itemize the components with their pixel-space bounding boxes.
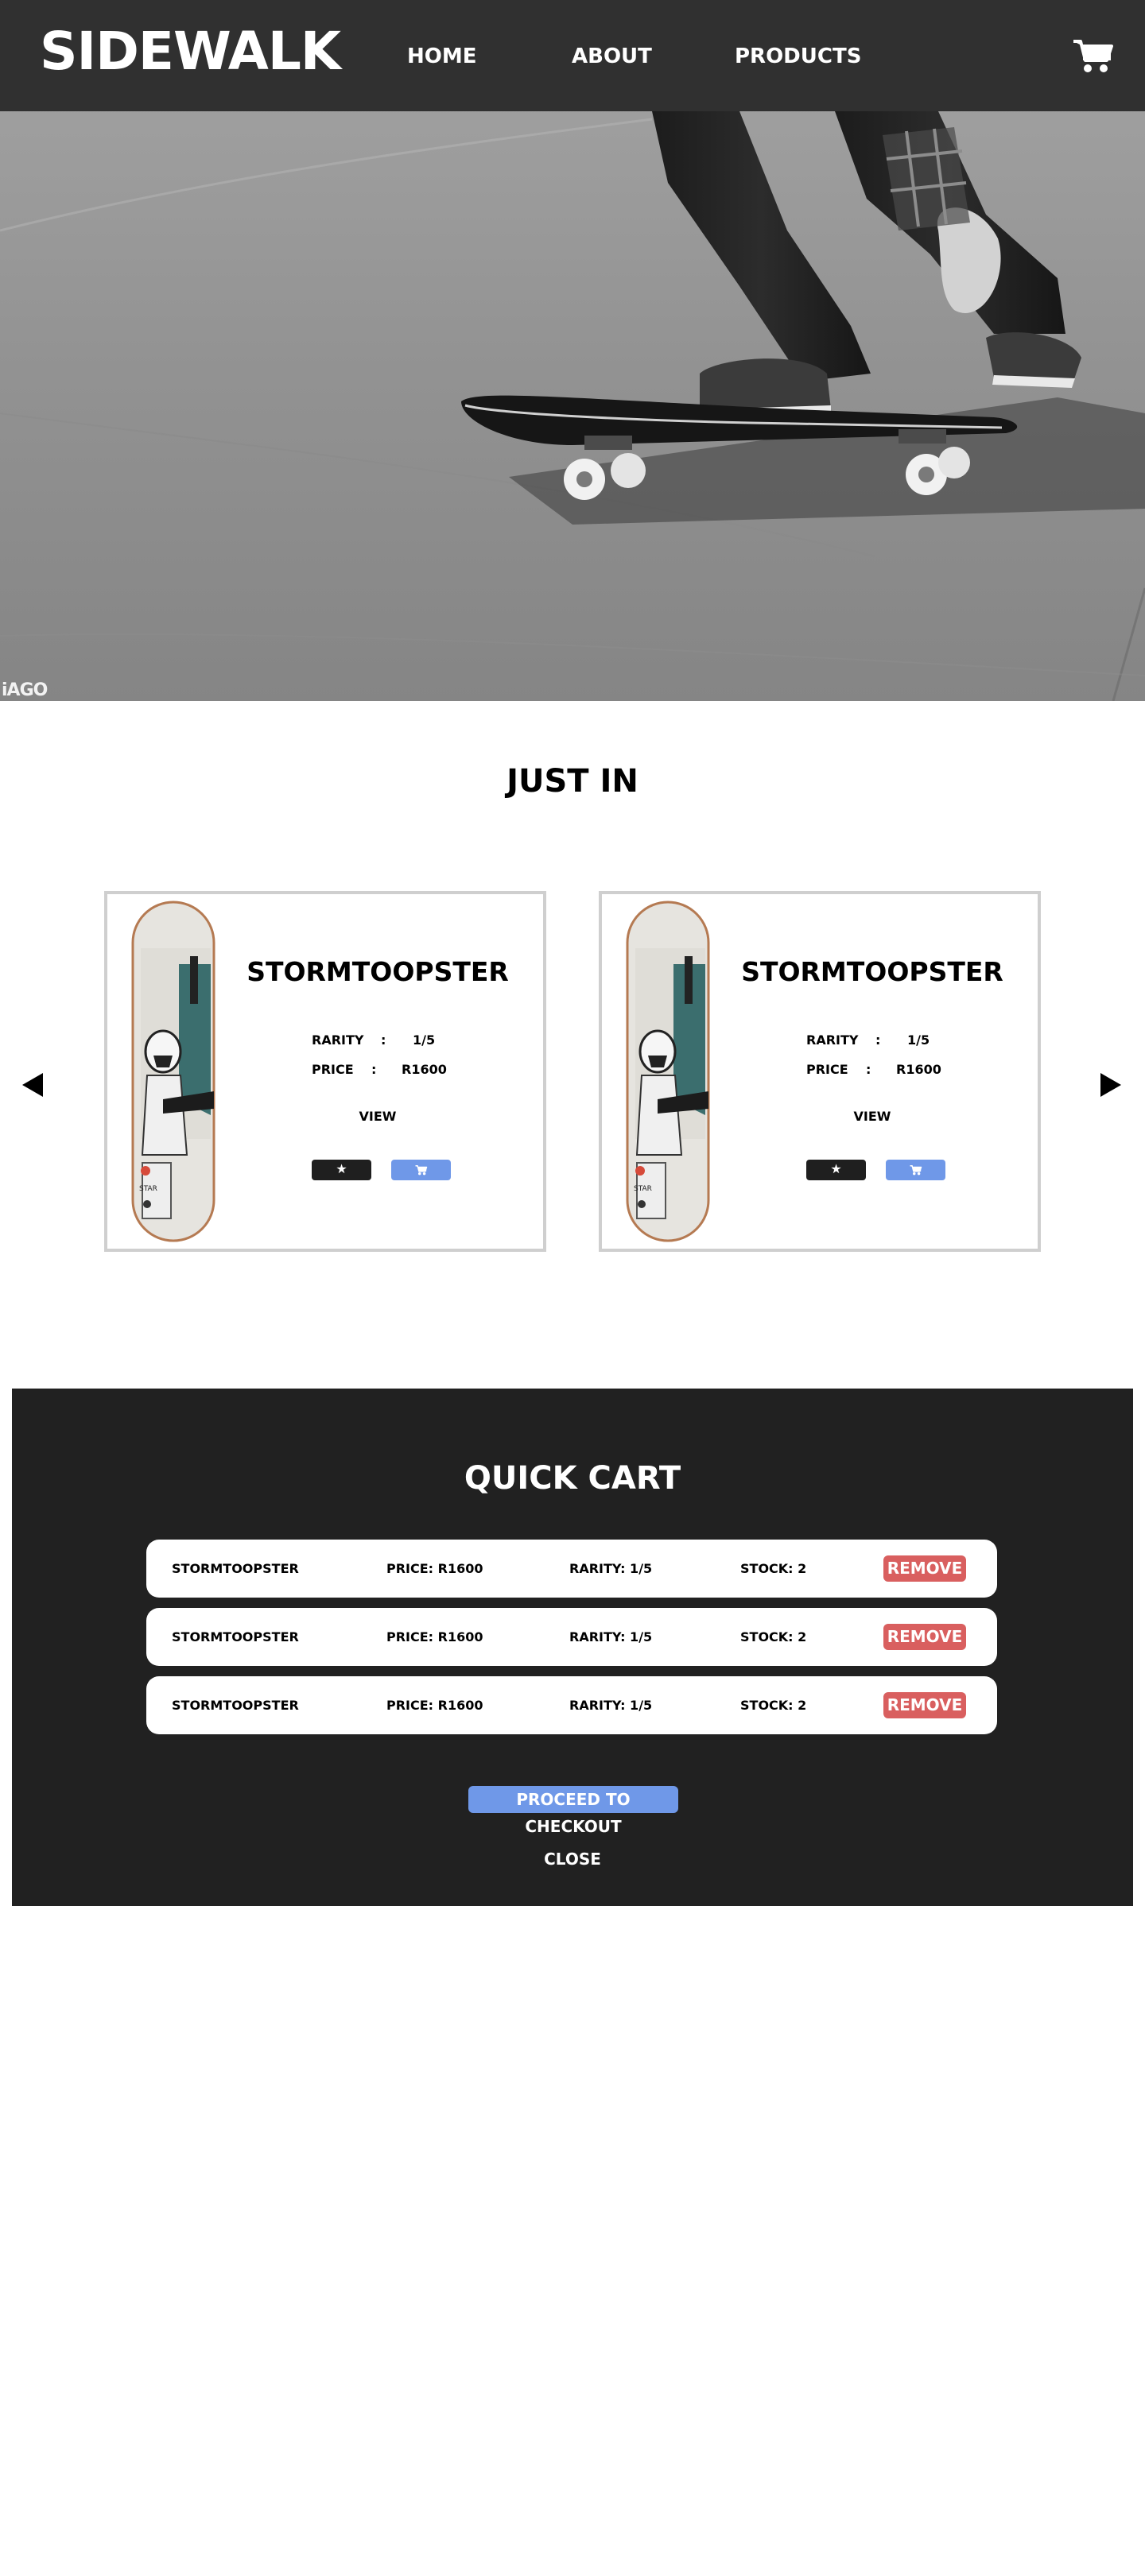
remove-item-button[interactable]: REMOVE [883,1624,966,1650]
cart-item-name: STORMTOOPSTER [172,1561,299,1576]
arrow-left-icon[interactable] [22,1073,43,1097]
arrow-right-icon[interactable] [1100,1073,1121,1097]
rarity-label: RARITY [806,1032,859,1048]
nav-link-products[interactable]: PRODUCTS [735,45,861,68]
star-icon: ★ [336,1163,347,1176]
star-icon: ★ [830,1163,842,1176]
rarity-value: 1/5 [413,1032,436,1048]
cart-item-price: PRICE: R1600 [386,1561,483,1576]
just-in-heading: JUST IN [507,763,638,800]
cart-item-rarity: RARITY: 1/5 [569,1698,653,1713]
price-separator: : [371,1062,377,1077]
cart-item-rarity: RARITY: 1/5 [569,1561,653,1576]
quick-cart-heading: QUICK CART [464,1460,681,1497]
add-to-cart-button[interactable] [391,1160,451,1180]
view-product-link[interactable]: VIEW [346,1109,409,1124]
cart-item-row: STORMTOOPSTER PRICE: R1600 RARITY: 1/5 S… [146,1676,997,1734]
close-cart-button[interactable]: CLOSE [12,1850,1133,1869]
cart-item-stock: STOCK: 2 [740,1561,807,1576]
rarity-separator: : [875,1032,881,1048]
product-name: STORMTOOPSTER [246,956,509,987]
remove-item-button[interactable]: REMOVE [883,1692,966,1718]
cart-item-name: STORMTOOPSTER [172,1629,299,1644]
rarity-separator: : [381,1032,386,1048]
product-card: STAR STORMTOOPSTER RARITY : 1/5 PRICE : … [599,891,1041,1252]
cart-item-row: STORMTOOPSTER PRICE: R1600 RARITY: 1/5 S… [146,1540,997,1598]
price-value: R1600 [896,1062,941,1077]
price-label: PRICE [806,1062,848,1077]
nav-link-home[interactable]: HOME [407,45,477,68]
price-value: R1600 [402,1062,447,1077]
svg-text:STAR: STAR [634,1185,652,1193]
view-product-link[interactable]: VIEW [840,1109,904,1124]
quick-cart-panel: QUICK CART STORMTOOPSTER PRICE: R1600 RA… [12,1389,1133,1906]
shopping-cart-icon[interactable] [1072,37,1113,75]
rarity-value: 1/5 [907,1032,930,1048]
skateboard-deck-image: STAR [131,901,215,1242]
favorite-button[interactable]: ★ [806,1160,866,1180]
site-logo[interactable]: SIDEWALK [40,21,341,82]
svg-text:STAR: STAR [139,1185,157,1193]
product-name: STORMTOOPSTER [741,956,1003,987]
cart-item-name: STORMTOOPSTER [172,1698,299,1713]
skateboard-deck-image: STAR [626,901,710,1242]
cart-item-rarity: RARITY: 1/5 [569,1629,653,1644]
cart-item-stock: STOCK: 2 [740,1629,807,1644]
price-label: PRICE [312,1062,354,1077]
shopping-cart-icon [910,1165,922,1176]
rarity-label: RARITY [312,1032,364,1048]
add-to-cart-button[interactable] [886,1160,945,1180]
cart-item-price: PRICE: R1600 [386,1629,483,1644]
top-navigation-bar: SIDEWALK HOME ABOUT PRODUCTS [0,0,1145,111]
proceed-to-checkout-button[interactable]: PROCEED TO CHECKOUT [468,1786,678,1836]
nav-link-about[interactable]: ABOUT [572,45,652,68]
cart-item-stock: STOCK: 2 [740,1698,807,1713]
remove-item-button[interactable]: REMOVE [883,1555,966,1582]
cart-item-price: PRICE: R1600 [386,1698,483,1713]
shopping-cart-icon [415,1165,428,1176]
favorite-button[interactable]: ★ [312,1160,371,1180]
product-card: STAR STORMTOOPSTER RARITY : 1/5 PRICE : … [104,891,546,1252]
price-separator: : [866,1062,871,1077]
cart-item-row: STORMTOOPSTER PRICE: R1600 RARITY: 1/5 S… [146,1608,997,1666]
hero-watermark: iAGO [2,680,48,700]
